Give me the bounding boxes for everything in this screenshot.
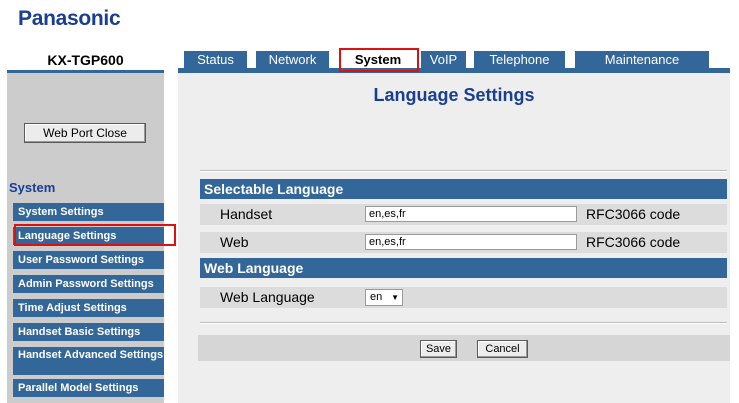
handset-language-input[interactable]: en,es,fr — [365, 206, 577, 222]
divider-top — [200, 170, 727, 172]
tab-voip[interactable]: VoIP — [421, 51, 466, 68]
main-content: Language Settings Selectable Language Ha… — [178, 73, 730, 403]
web-port-close-button[interactable]: Web Port Close — [24, 123, 146, 143]
page-title: Language Settings — [373, 85, 535, 105]
selectable-language-heading: Selectable Language — [200, 179, 727, 199]
web-language-label: Web Language — [220, 289, 315, 305]
sidebar-item-user-password-settings[interactable]: User Password Settings — [13, 251, 164, 269]
web-language-heading: Web Language — [200, 258, 727, 278]
panasonic-logo: Panasonic — [18, 7, 121, 30]
model-name: KX-TGP600 — [7, 51, 164, 73]
web-rfc-note: RFC3066 code — [586, 234, 681, 250]
selected-nav-highlight — [14, 224, 176, 246]
save-button[interactable]: Save — [420, 340, 457, 358]
button-bar: Save Cancel — [198, 335, 730, 361]
sidebar-item-handset-advanced-settings[interactable]: Handset Advanced Settings — [13, 347, 164, 375]
tab-status[interactable]: Status — [184, 51, 247, 68]
web-language-select[interactable]: en ▼ — [365, 289, 403, 306]
web-language-row: Web en,es,fr RFC3066 code — [200, 232, 727, 253]
web-language-input[interactable]: en,es,fr — [365, 234, 577, 250]
sidebar-section-title: System — [9, 180, 56, 195]
main-tabs: Status Network System VoIP Telephone Mai… — [178, 51, 730, 73]
chevron-down-icon: ▼ — [391, 293, 399, 302]
handset-label: Handset — [220, 206, 273, 222]
web-language-select-row: Web Language en ▼ — [200, 287, 727, 308]
web-language-selected-value: en — [370, 291, 383, 303]
tab-maintenance[interactable]: Maintenance — [575, 51, 709, 68]
web-label: Web — [220, 234, 249, 250]
divider-bottom — [200, 322, 727, 324]
cancel-button[interactable]: Cancel — [477, 340, 528, 358]
handset-language-row: Handset en,es,fr RFC3066 code — [200, 204, 727, 225]
active-tab-highlight — [339, 48, 419, 72]
sidebar-item-system-settings[interactable]: System Settings — [13, 203, 164, 221]
sidebar-item-parallel-model-settings[interactable]: Parallel Model Settings — [13, 379, 164, 397]
tab-network[interactable]: Network — [256, 51, 329, 68]
sidebar-item-time-adjust-settings[interactable]: Time Adjust Settings — [13, 299, 164, 317]
sidebar-item-handset-basic-settings[interactable]: Handset Basic Settings — [13, 323, 164, 341]
sidebar-item-admin-password-settings[interactable]: Admin Password Settings — [13, 275, 164, 293]
handset-rfc-note: RFC3066 code — [586, 206, 681, 222]
tab-telephone[interactable]: Telephone — [474, 51, 565, 68]
